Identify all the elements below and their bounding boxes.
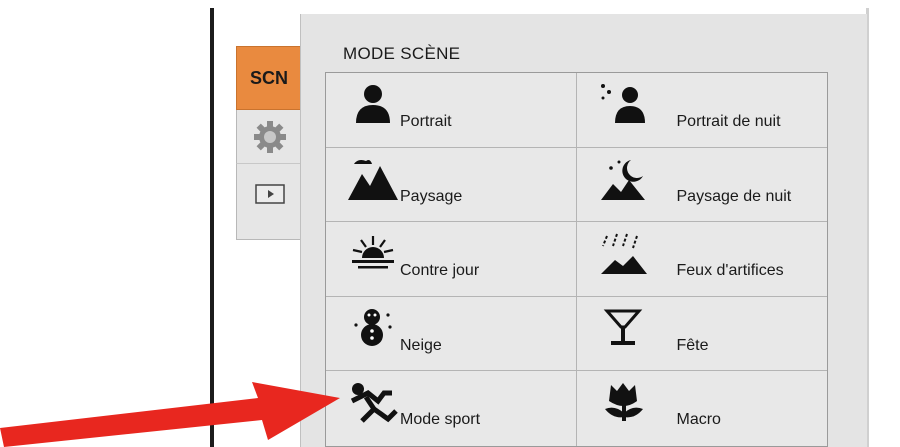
mode-fireworks[interactable]: Feux d'artifices [576,222,827,297]
mode-landscape[interactable]: Paysage [326,147,577,223]
snow-icon [354,308,392,346]
mode-sport[interactable]: Mode sport [326,371,577,446]
mode-party[interactable]: Fête [576,297,827,372]
night-landscape-icon [600,159,645,200]
mode-snow[interactable]: Neige [326,296,577,372]
mode-label: Mode sport [400,411,481,429]
mode-label: Paysage [400,187,463,205]
portrait-icon [356,85,390,123]
mode-night-portrait[interactable]: Portrait de nuit [576,73,827,148]
macro-icon [604,383,643,422]
sport-icon [350,383,398,424]
backlight-icon [352,236,394,269]
fireworks-icon [600,233,647,275]
mode-label: Portrait [400,113,452,130]
mode-portrait[interactable]: Portrait [326,73,577,148]
mode-label: Contre jour [400,262,480,280]
night-portrait-icon [600,84,645,123]
scene-mode-grid: Portrait Portrait de nuit Paysage Paysag… [325,72,828,447]
tab-scene-label: SCN [249,67,288,88]
gear-icon [253,120,286,153]
landscape-icon [348,159,398,200]
mode-backlight[interactable]: Contre jour [326,222,577,297]
mode-label: Feux d'artifices [676,262,784,280]
tab-playback[interactable] [236,164,302,240]
mode-label: Macro [676,411,721,429]
mode-night-landscape[interactable]: Paysage de nuit [576,148,827,223]
playback-icon [254,184,285,204]
mode-label: Fête [676,336,709,354]
tab-settings[interactable] [236,110,302,164]
scene-mode-panel: MODE SCÈNE Portrait Portrait de nuit Pay… [300,14,867,447]
mode-macro[interactable]: Macro [577,371,828,446]
panel-title: MODE SCÈNE [343,44,461,63]
party-icon [603,309,642,345]
menu-tabs: SCN [236,36,302,240]
mode-label: Portrait de nuit [676,113,781,130]
mode-label: Neige [400,336,442,354]
mode-label: Paysage de nuit [676,187,792,205]
tab-scene[interactable]: SCN [236,46,302,110]
red-pointer-arrow [0,382,340,447]
